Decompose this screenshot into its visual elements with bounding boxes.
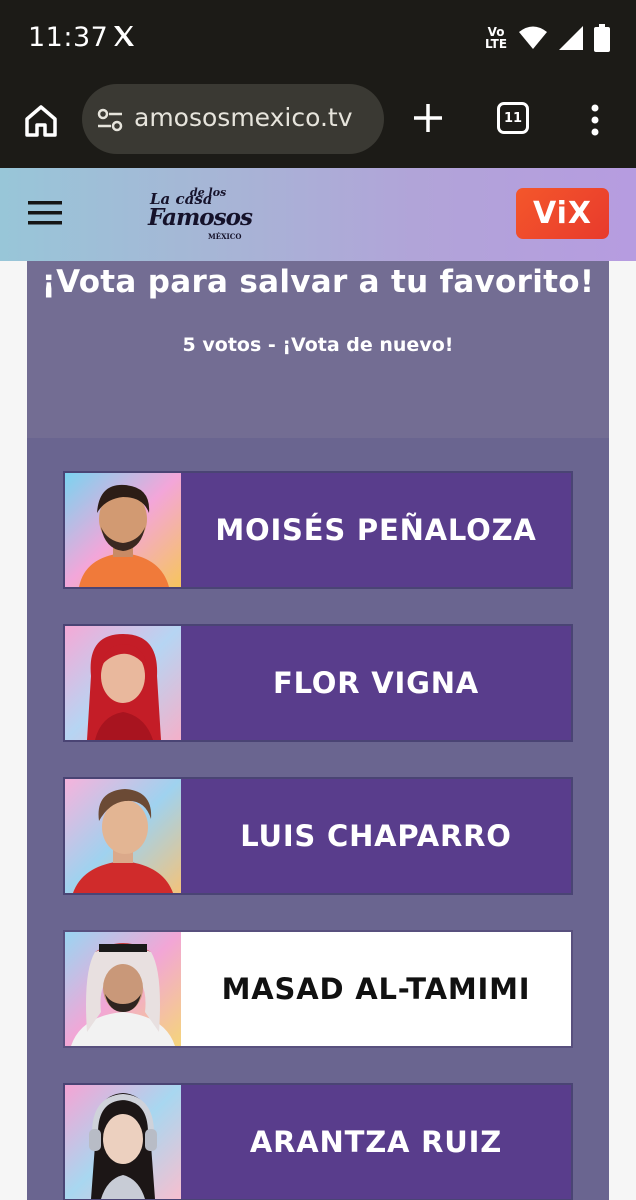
volte-bottom-label: LTE — [484, 37, 508, 51]
contestant-photo — [65, 1085, 181, 1199]
address-bar[interactable]: amososmexico.tv — [82, 84, 384, 154]
vote-title: ¡Vota para salvar a tu favorito! — [41, 264, 595, 300]
site-settings-icon[interactable] — [96, 106, 124, 134]
browser-toolbar: amososmexico.tv 11 — [0, 78, 636, 168]
contestant-photo — [65, 779, 181, 893]
contestant-photo — [65, 626, 181, 740]
hamburger-menu-icon[interactable] — [28, 198, 64, 228]
cell-signal-icon — [559, 26, 583, 50]
logo-line-3: Famosos — [148, 204, 253, 231]
home-icon[interactable] — [22, 102, 60, 140]
contestant-name: ARANTZA RUIZ — [249, 1125, 503, 1159]
logo-line-4: MÉXICO — [208, 232, 242, 241]
logo-line-2: de los — [190, 186, 227, 199]
volte-icon: Vo LTE — [484, 26, 508, 50]
contestant-name: MASAD AL-TAMIMI — [221, 972, 531, 1006]
contestant-option-selected[interactable]: MASAD AL-TAMIMI — [63, 930, 573, 1048]
tab-switcher-button[interactable]: 11 — [497, 102, 529, 134]
status-bar: 11:37 Vo LTE — [0, 0, 636, 78]
vix-button[interactable]: ViX — [516, 188, 609, 239]
contestant-option[interactable]: LUIS CHAPARRO — [63, 777, 573, 895]
la-casa-de-los-famosos-logo[interactable]: La casa de los Famosos MÉXICO — [146, 186, 253, 246]
contestant-option[interactable]: FLOR VIGNA — [63, 624, 573, 742]
contestant-name: LUIS CHAPARRO — [240, 819, 512, 853]
contestant-option[interactable]: ARANTZA RUIZ — [63, 1083, 573, 1200]
vote-header: ¡Vota para salvar a tu favorito! 5 votos… — [27, 261, 609, 438]
contestant-photo — [65, 473, 181, 587]
battery-icon — [594, 24, 610, 52]
site-header: La casa de los Famosos MÉXICO ViX — [0, 168, 636, 261]
contestant-name: FLOR VIGNA — [272, 666, 480, 700]
more-options-icon[interactable] — [585, 100, 605, 140]
new-tab-icon[interactable] — [408, 98, 448, 138]
url-text: amososmexico.tv — [134, 103, 353, 132]
status-time: 11:37 — [28, 22, 109, 53]
contestant-list: MOISÉS PEÑALOZA FLOR VIGNA LUIS CHAPARRO… — [27, 438, 609, 1200]
contestant-name: MOISÉS PEÑALOZA — [215, 513, 537, 547]
vote-count: 5 votos - ¡Vota de nuevo! — [182, 334, 454, 356]
x-app-icon — [114, 26, 134, 46]
vote-card: ¡Vota para salvar a tu favorito! 5 votos… — [27, 261, 609, 1200]
wifi-icon — [519, 26, 547, 49]
status-icons: Vo LTE — [484, 24, 610, 52]
contestant-option[interactable]: MOISÉS PEÑALOZA — [63, 471, 573, 589]
contestant-photo — [65, 932, 181, 1046]
